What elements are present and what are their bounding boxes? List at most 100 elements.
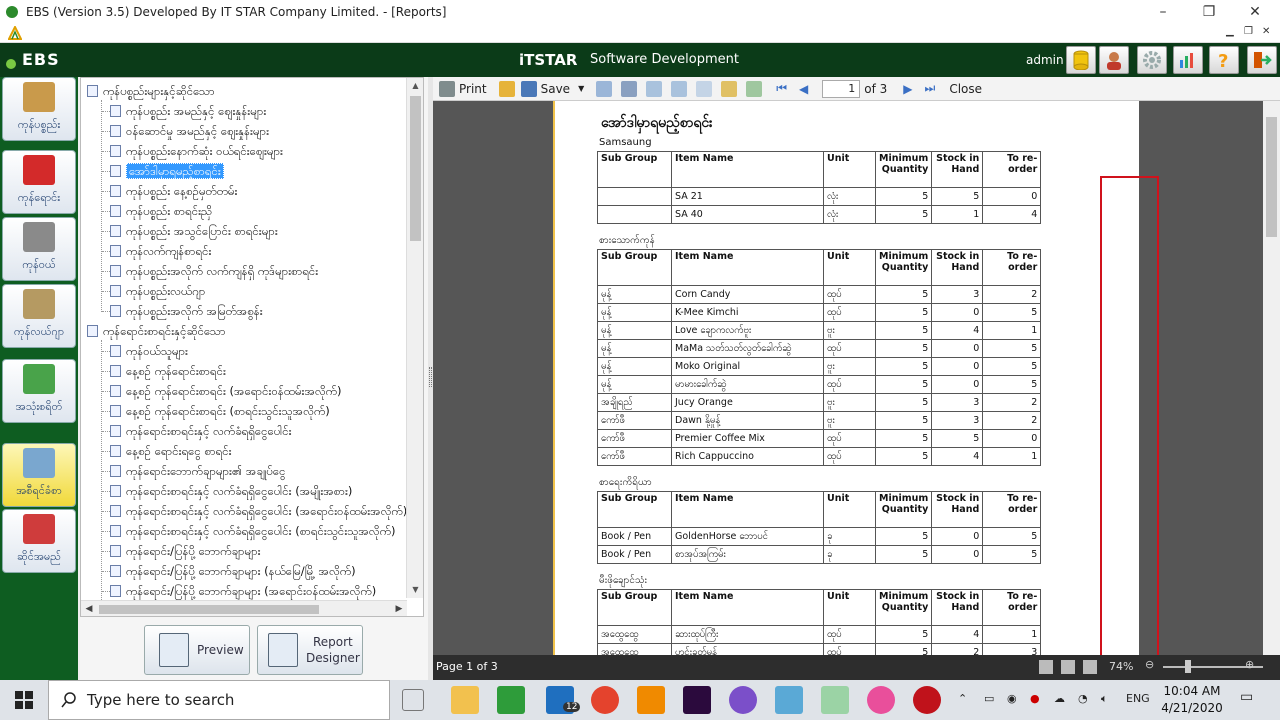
close-report-button[interactable]: Close bbox=[949, 82, 982, 96]
watermark-icon[interactable] bbox=[746, 80, 763, 97]
prev-page-icon[interactable]: ◀ bbox=[799, 82, 808, 96]
user-button[interactable] bbox=[1099, 46, 1129, 74]
mdi-minimize-icon[interactable]: ▁ bbox=[1226, 26, 1234, 37]
email-icon[interactable] bbox=[596, 80, 613, 97]
tree-item-report[interactable]: ကုန်ရောင်းစာရင်းနှင့် လက်ခံရရှိငွေပေါင်း… bbox=[110, 501, 407, 521]
taskbar-search[interactable]: Type here to search bbox=[48, 680, 390, 720]
view-multi-icon[interactable] bbox=[1061, 660, 1075, 674]
tree-item-report[interactable]: နေ့စဉ် ကုန်ရောင်းစာရင်း (အရောင်းဝန်ထမ်းအ… bbox=[110, 381, 342, 401]
splitter-grip[interactable] bbox=[429, 367, 432, 387]
tree-item-report[interactable]: ကုန်ပစ္စည်း နေ့စဉ်မှတ်တမ်း bbox=[110, 181, 237, 201]
task-view-icon[interactable] bbox=[402, 689, 424, 711]
nav-ledger[interactable]: ကုန်လယ်ဂျာ bbox=[2, 284, 76, 348]
taskbar-clock[interactable]: 10:04 AM 4/21/2020 bbox=[1160, 683, 1224, 717]
exit-button[interactable] bbox=[1247, 46, 1277, 74]
mdi-close-icon[interactable]: ✕ bbox=[1262, 26, 1270, 37]
tree-item-report[interactable]: နေ့စဉ် ရောင်းရငွေ စာရင်း bbox=[110, 441, 232, 461]
notifications-icon[interactable]: ▭ bbox=[1240, 689, 1253, 705]
first-page-icon[interactable]: ⏮ bbox=[776, 81, 787, 96]
page-number-input[interactable]: 1 bbox=[822, 79, 861, 98]
nav-reports[interactable]: အစီရင်ခံစာ bbox=[2, 443, 76, 507]
paint-icon[interactable] bbox=[821, 686, 849, 714]
tree-item-report[interactable]: အော်ဒါမှာရမည့်စာရင်း bbox=[110, 161, 224, 181]
settings-button[interactable] bbox=[1137, 46, 1167, 74]
file-explorer-icon[interactable] bbox=[451, 686, 479, 714]
nav-shop[interactable]: ဆိုင်အမည် bbox=[2, 509, 76, 573]
report-designer-button[interactable]: Report Designer bbox=[257, 625, 363, 675]
tree-item-report[interactable]: ကုန်ပစ္စည်းလယ်ဂျာ bbox=[110, 281, 205, 301]
tray-volume-icon[interactable]: 🔈︎ bbox=[1101, 692, 1108, 706]
view-single-icon[interactable] bbox=[1039, 660, 1053, 674]
tray-wifi-icon[interactable]: ◔ bbox=[1078, 692, 1088, 705]
tree-horizontal-scrollbar[interactable]: ◀ ▶ bbox=[81, 600, 407, 616]
tree-item-report[interactable]: ကုန်ရောင်း/ပြန်ပို့ ဘောက်ချာများ bbox=[110, 541, 261, 561]
find-icon[interactable] bbox=[621, 80, 638, 97]
tray-network-icon[interactable]: ▭ bbox=[984, 692, 994, 705]
mdi-restore-icon[interactable]: ❐ bbox=[1244, 26, 1253, 37]
nav-purchase[interactable]: ကုန်ဝယ် bbox=[2, 217, 76, 281]
ebs-app-icon[interactable] bbox=[497, 686, 525, 714]
chart-button[interactable] bbox=[1173, 46, 1203, 74]
itunes-icon[interactable] bbox=[867, 686, 895, 714]
print-button[interactable]: Print bbox=[439, 79, 487, 99]
help-button[interactable]: ? bbox=[1209, 46, 1239, 74]
scroll-right-icon[interactable]: ▶ bbox=[391, 601, 407, 616]
close-window-button[interactable]: ✕ bbox=[1232, 0, 1278, 24]
tree-item-report[interactable]: ကုန်ရောင်း/ပြန်ပို့ ဘောက်ချာများ (အရောင်… bbox=[110, 581, 376, 601]
tree-item-report[interactable]: ကုန်ပစ္စည်းအလိုက် အမြတ်အစွန်း bbox=[110, 301, 263, 321]
chrome-icon[interactable] bbox=[591, 686, 619, 714]
app-icon[interactable] bbox=[775, 686, 803, 714]
database-button[interactable] bbox=[1066, 46, 1096, 74]
tree-item-report[interactable]: ကုန်ဝယ်သူများ bbox=[110, 341, 188, 361]
tree-item-report[interactable]: ကုန်ပစ္စည်း အမည်နှင့် ဈေးနှုန်းများ bbox=[110, 101, 266, 121]
nav-expenses[interactable]: အသုံးစရိတ် bbox=[2, 359, 76, 423]
zoom-in-icon[interactable]: ⊕ bbox=[1245, 658, 1254, 671]
tree-item-report[interactable]: ဝန်ဆောင်မှု အမည်နှင့် ဈေးနှုန်းများ bbox=[110, 121, 269, 141]
record-icon[interactable] bbox=[913, 686, 941, 714]
tree-item-report[interactable]: ကုန်ပစ္စည်းအလိုက် လက်ကျန်ရှိ ကုဒ်များစာရ… bbox=[110, 261, 318, 281]
nav-sales[interactable]: ကုန်ရောင်း bbox=[2, 150, 76, 214]
vlc-icon[interactable] bbox=[637, 686, 665, 714]
tree-item-report[interactable]: ကုန်ရောင်းစာရင်းနှင့် လက်ခံရရှိငွေပေါင်း… bbox=[110, 521, 395, 541]
tray-cloud-icon[interactable]: ☁ bbox=[1054, 692, 1065, 705]
scroll-thumb[interactable] bbox=[410, 96, 421, 241]
open-folder-icon[interactable] bbox=[498, 80, 515, 97]
tree-group-sales[interactable]: ကုန်ရောင်းစာရင်းနှင့်ဆိုင်သော bbox=[87, 321, 226, 341]
view-continuous-icon[interactable] bbox=[1083, 660, 1097, 674]
tree-item-report[interactable]: ကုန်ပစ္စည်းနောက်ဆုံး ဝယ်ရင်းဈေးများ bbox=[110, 141, 283, 161]
tree-item-report[interactable]: ကုန်ပစ္စည်း အသွင်ပြောင်း စာရင်းများ bbox=[110, 221, 278, 241]
report-vertical-scrollbar[interactable] bbox=[1263, 101, 1280, 655]
tree-group-products[interactable]: ကုန်ပစ္စည်းများနှင့်ဆိုင်သော bbox=[87, 81, 215, 101]
last-page-icon[interactable]: ⏭ bbox=[925, 81, 936, 96]
tray-app-icon[interactable]: ◉ bbox=[1007, 692, 1017, 705]
next-page-icon[interactable]: ▶ bbox=[903, 82, 912, 96]
save-button[interactable]: Save ▼ bbox=[520, 79, 584, 99]
zoom-out-icon[interactable]: ⊖ bbox=[1145, 658, 1154, 671]
page-setup-icon[interactable] bbox=[646, 80, 663, 97]
input-language[interactable]: ENG bbox=[1126, 692, 1150, 705]
scroll-up-icon[interactable]: ▲ bbox=[407, 78, 423, 94]
tree-vertical-scrollbar[interactable]: ▲ ▼ bbox=[406, 78, 423, 598]
edit-icon[interactable] bbox=[721, 80, 738, 97]
scroll-down-icon[interactable]: ▼ bbox=[407, 582, 423, 598]
layout-icon[interactable] bbox=[671, 80, 688, 97]
nav-products[interactable]: ကုန်ပစ္စည်း bbox=[2, 77, 76, 141]
scroll-thumb[interactable] bbox=[1266, 117, 1277, 237]
tree-item-report[interactable]: ကုန်ရောင်း/ပြန်ပို့ ဘောက်ချာများ (နယ်မြေ… bbox=[110, 561, 356, 581]
preview-button[interactable]: Preview bbox=[144, 625, 250, 675]
viber-icon[interactable] bbox=[729, 686, 757, 714]
tray-chevron-icon[interactable]: ⌃ bbox=[958, 692, 967, 705]
start-button[interactable] bbox=[0, 680, 48, 720]
scroll-left-icon[interactable]: ◀ bbox=[81, 601, 97, 616]
zoom-slider-knob[interactable] bbox=[1185, 660, 1191, 673]
scroll-thumb[interactable] bbox=[99, 605, 319, 614]
tree-item-report[interactable]: ကုန်လက်ကျန်စာရင်း bbox=[110, 241, 211, 261]
tree-item-report[interactable]: နေ့စဉ် ကုန်ရောင်းစာရင်း bbox=[110, 361, 226, 381]
zoom-icon[interactable] bbox=[696, 80, 713, 97]
tray-m-icon[interactable]: ● bbox=[1030, 692, 1040, 705]
tree-item-report[interactable]: ကုန်ရောင်းဘောက်ချာများ၏ အချုပ်ငွေ bbox=[110, 461, 286, 481]
chevron-down-icon[interactable]: ▼ bbox=[578, 84, 584, 93]
premiere-icon[interactable] bbox=[683, 686, 711, 714]
tree-item-report[interactable]: ကုန်ရောင်းစာရင်းနှင့် လက်ခံရရှိငွေပေါင်း… bbox=[110, 481, 352, 501]
restore-button[interactable]: ❐ bbox=[1186, 0, 1232, 24]
